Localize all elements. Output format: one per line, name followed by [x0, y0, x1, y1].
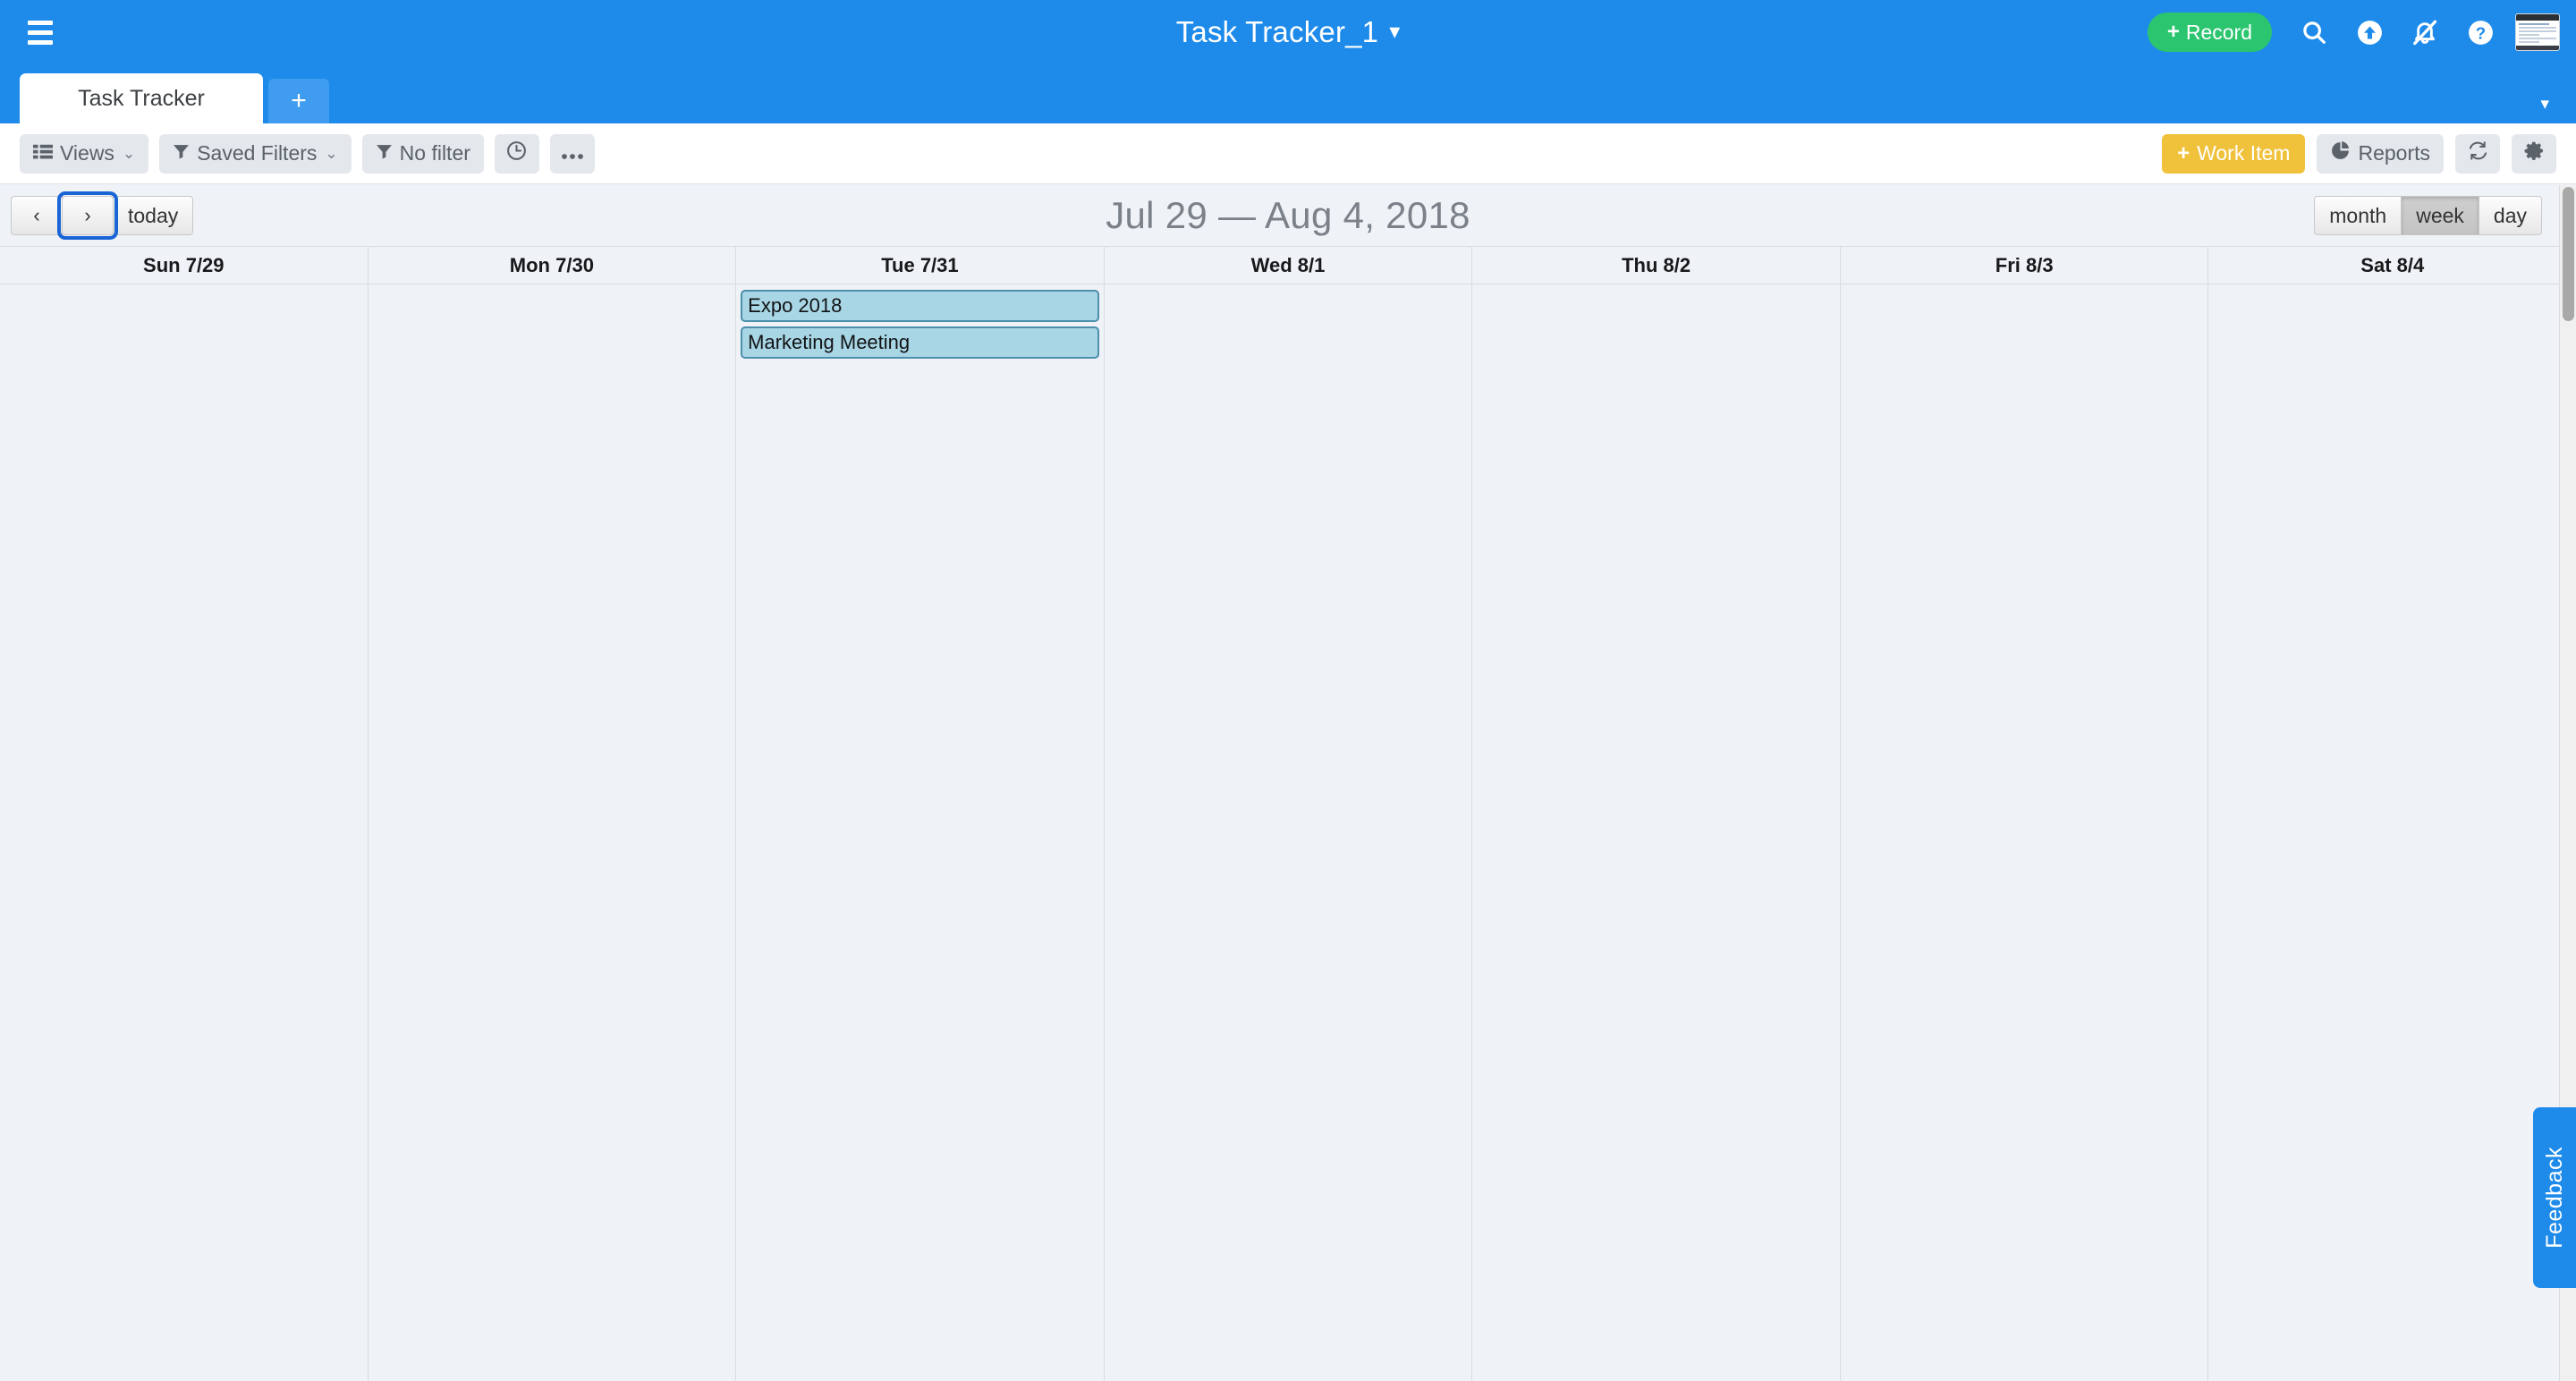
- view-week-button[interactable]: week: [2401, 196, 2479, 235]
- calendar-day-header-row: Sun 7/29 Mon 7/30 Tue 7/31 Wed 8/1 Thu 8…: [0, 247, 2576, 284]
- reports-button-label: Reports: [2358, 141, 2430, 165]
- help-icon[interactable]: ?: [2453, 5, 2508, 59]
- search-icon[interactable]: [2286, 5, 2342, 59]
- day-header-thu: Thu 8/2: [1472, 247, 1841, 284]
- day-column-tue[interactable]: Expo 2018 Marketing Meeting: [736, 284, 1105, 1381]
- thumbnail-line: [2519, 23, 2549, 25]
- day-column-sat[interactable]: [2208, 284, 2576, 1381]
- thumbnail-line: [2519, 41, 2540, 43]
- toolbar-left-group: Views ⌄ Saved Filters ⌄ No filter: [20, 133, 595, 174]
- view-day-button[interactable]: day: [2478, 196, 2542, 235]
- calendar-event[interactable]: Expo 2018: [741, 290, 1099, 322]
- svg-text:?: ?: [2475, 23, 2485, 42]
- add-tab-button[interactable]: +: [268, 79, 329, 123]
- day-header-wed: Wed 8/1: [1105, 247, 1473, 284]
- more-button[interactable]: [549, 133, 595, 174]
- calendar-week-view: Sun 7/29 Mon 7/30 Tue 7/31 Wed 8/1 Thu 8…: [0, 246, 2576, 1381]
- thumbnail-line: [2519, 30, 2556, 32]
- scrollbar-thumb[interactable]: [2563, 187, 2574, 321]
- calendar-nav-bar: ‹ › today Jul 29 — Aug 4, 2018 month wee…: [0, 185, 2576, 246]
- saved-filters-button[interactable]: Saved Filters ⌄: [159, 133, 352, 174]
- record-button-label: Record: [2185, 20, 2252, 44]
- calendar-event[interactable]: Marketing Meeting: [741, 326, 1099, 359]
- view-month-button[interactable]: month: [2314, 196, 2402, 235]
- ellipsis-icon: [561, 141, 584, 165]
- bell-off-icon[interactable]: [2397, 5, 2453, 59]
- clock-icon: [505, 140, 528, 167]
- prev-period-button[interactable]: ‹: [11, 196, 63, 235]
- settings-button[interactable]: [2512, 133, 2556, 174]
- hamburger-line: [28, 39, 53, 45]
- day-column-fri[interactable]: [1841, 284, 2209, 1381]
- tab-task-tracker[interactable]: Task Tracker: [20, 73, 263, 123]
- calendar-period-title: Jul 29 — Aug 4, 2018: [1106, 194, 1470, 236]
- plus-icon: +: [2177, 140, 2190, 165]
- recent-button[interactable]: [494, 133, 539, 174]
- hamburger-line: [28, 20, 53, 25]
- toolbar-right-group: + Work Item Reports: [2162, 133, 2556, 174]
- upload-icon[interactable]: [2342, 5, 2397, 59]
- today-button[interactable]: today: [113, 196, 194, 235]
- chevron-down-icon: ⌄: [122, 144, 136, 162]
- action-toolbar: Views ⌄ Saved Filters ⌄ No filter + Work…: [0, 123, 2576, 184]
- thumbnail-line: [2519, 38, 2556, 39]
- day-column-thu[interactable]: [1472, 284, 1841, 1381]
- hamburger-menu-icon[interactable]: [20, 13, 61, 51]
- no-filter-button-label: No filter: [399, 141, 470, 165]
- thumbnail-taskbar: [2516, 46, 2559, 50]
- list-icon: [33, 141, 53, 165]
- feedback-label: Feedback: [2541, 1147, 2567, 1249]
- top-bar-actions: + Record ?: [2147, 0, 2560, 64]
- screenshot-thumbnail[interactable]: [2515, 13, 2560, 51]
- hamburger-line: [28, 30, 53, 35]
- reports-button[interactable]: Reports: [2317, 133, 2444, 174]
- day-column-wed[interactable]: [1105, 284, 1473, 1381]
- tab-label: Task Tracker: [78, 85, 205, 111]
- plus-icon: +: [291, 86, 307, 115]
- no-filter-button[interactable]: No filter: [361, 133, 484, 174]
- refresh-icon: [2467, 140, 2489, 167]
- calendar-day-columns: Expo 2018 Marketing Meeting: [0, 284, 2576, 1381]
- add-work-item-button[interactable]: + Work Item: [2162, 133, 2306, 174]
- gear-icon: [2523, 140, 2546, 167]
- work-item-label: Work Item: [2197, 141, 2291, 165]
- day-column-sun[interactable]: [0, 284, 369, 1381]
- tab-strip: Task Tracker + ▾: [0, 64, 2576, 123]
- pie-chart-icon: [2330, 140, 2351, 166]
- thumbnail-line: [2519, 27, 2556, 29]
- record-button[interactable]: + Record: [2147, 13, 2272, 52]
- calendar-nav-buttons: ‹ › today: [11, 191, 194, 240]
- top-bar: Task Tracker_1 ▾ + Record ?: [0, 0, 2576, 64]
- views-button-label: Views: [60, 141, 114, 165]
- tab-overflow-caret-icon[interactable]: ▾: [2540, 96, 2549, 113]
- chevron-down-icon: ⌄: [325, 144, 338, 162]
- chevron-down-icon[interactable]: ▾: [1389, 21, 1400, 43]
- day-column-mon[interactable]: [369, 284, 737, 1381]
- calendar-view-toggle: month week day: [2314, 196, 2542, 235]
- refresh-button[interactable]: [2455, 133, 2500, 174]
- day-header-sun: Sun 7/29: [0, 247, 369, 284]
- funnel-icon: [173, 141, 190, 165]
- app-title-text: Task Tracker_1: [1175, 15, 1379, 48]
- day-header-fri: Fri 8/3: [1841, 247, 2209, 284]
- plus-icon: +: [2166, 20, 2180, 44]
- thumbnail-body: [2516, 21, 2559, 46]
- saved-filters-button-label: Saved Filters: [197, 141, 318, 165]
- thumbnail-line: [2519, 34, 2540, 36]
- feedback-tab[interactable]: Feedback: [2533, 1107, 2576, 1288]
- views-button[interactable]: Views ⌄: [20, 133, 149, 174]
- next-period-button[interactable]: ›: [57, 191, 118, 240]
- day-header-tue: Tue 7/31: [736, 247, 1105, 284]
- funnel-icon: [376, 141, 393, 165]
- day-header-sat: Sat 8/4: [2360, 253, 2425, 276]
- day-header-mon: Mon 7/30: [369, 247, 737, 284]
- thumbnail-titlebar: [2516, 14, 2559, 21]
